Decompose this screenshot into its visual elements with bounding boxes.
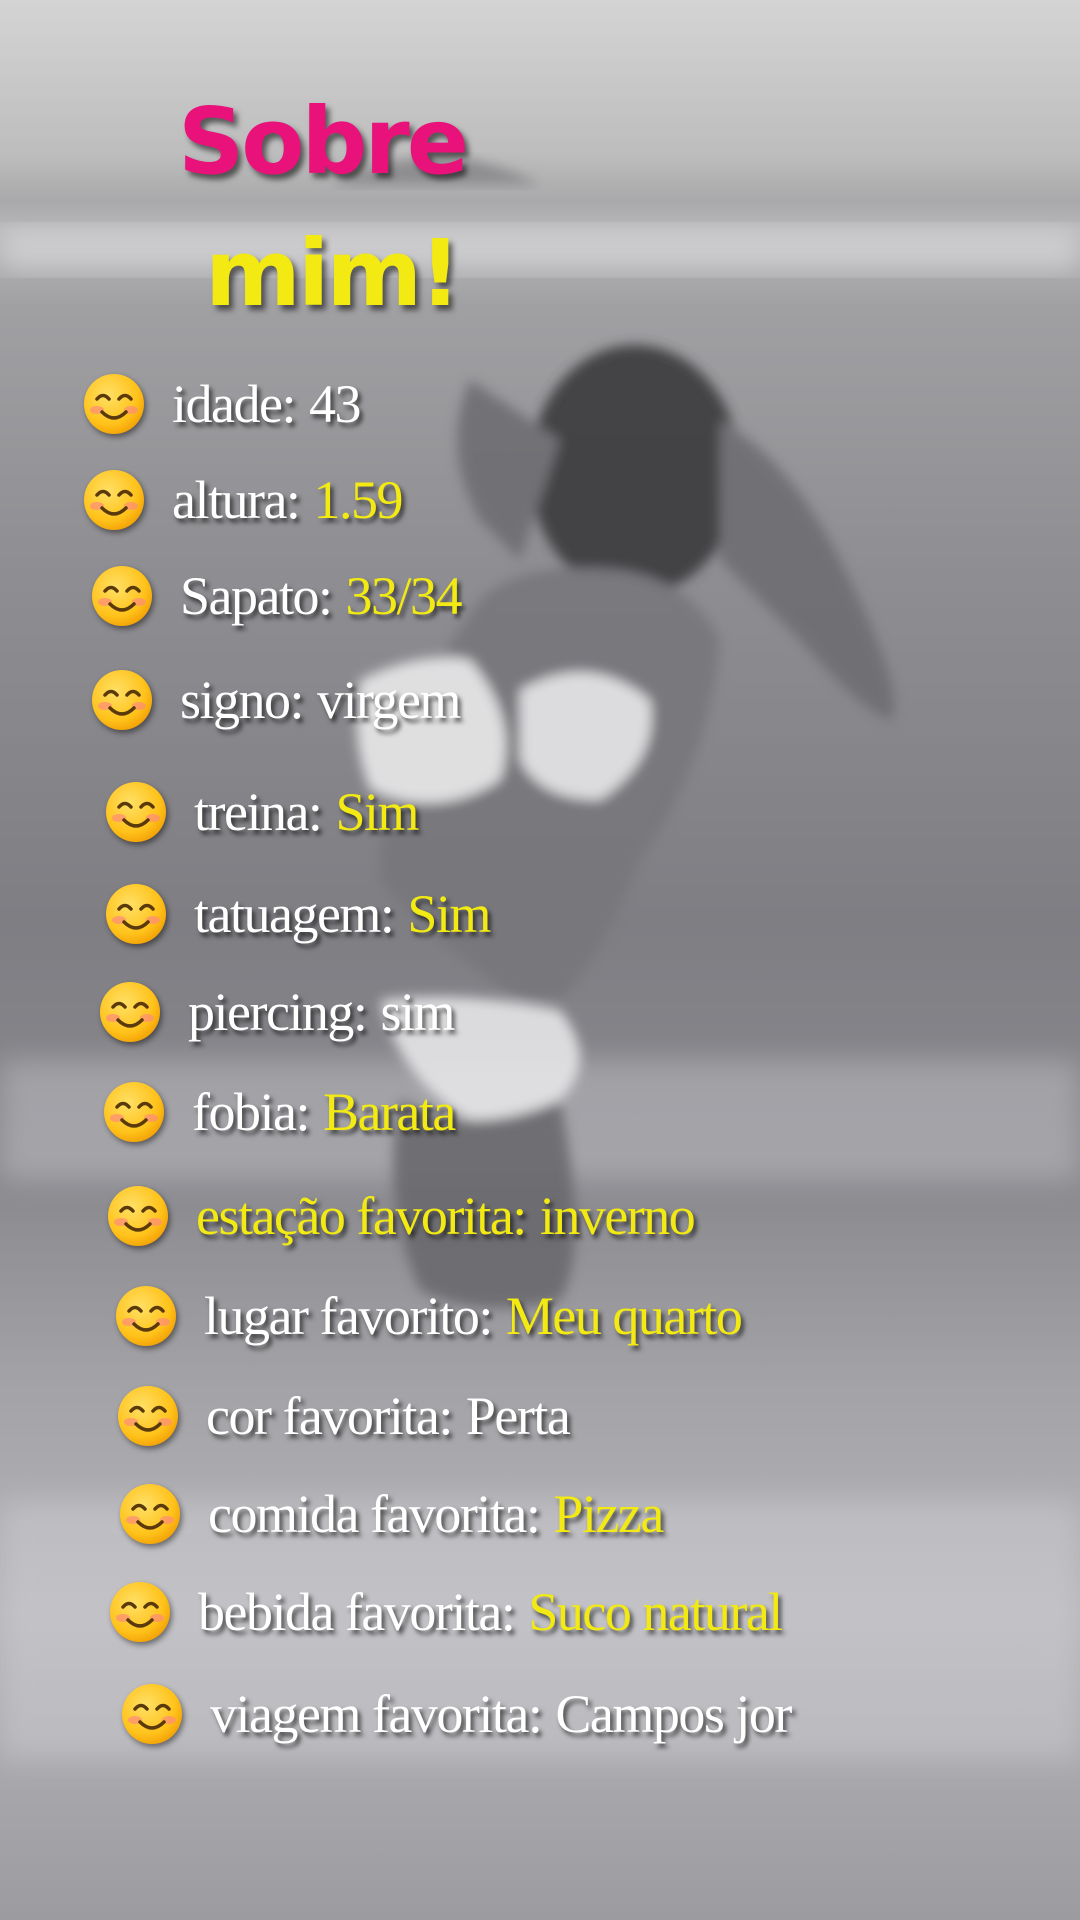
smiling-face-emoji-icon	[106, 884, 166, 944]
row-value: Barata	[322, 1082, 456, 1142]
smiling-face-emoji-icon	[108, 1186, 168, 1246]
story-canvas: Sobre mim! idade: 43 altura: 1.59 Sapato…	[0, 0, 1080, 1920]
row-label: fobia:	[192, 1082, 310, 1142]
about-me-row: viagem favorita: Campos jor	[120, 1682, 792, 1746]
row-value: virgem	[317, 670, 461, 730]
about-me-row: Sapato: 33/34	[90, 564, 462, 628]
smiling-face-emoji-icon	[92, 670, 152, 730]
row-label: estação favorita:	[196, 1186, 527, 1246]
row-value: Meu quarto	[505, 1286, 743, 1346]
row-value: Campos jor	[555, 1684, 792, 1744]
smiling-face-emoji-icon	[84, 470, 144, 530]
smiling-face-emoji-icon	[122, 1684, 182, 1744]
about-me-row: idade: 43	[82, 372, 362, 436]
row-label: Sapato:	[180, 566, 333, 626]
about-me-row: treina: Sim	[104, 780, 419, 844]
about-me-row: lugar favorito: Meu quarto	[114, 1284, 743, 1348]
about-me-row: estação favorita: inverno	[106, 1184, 696, 1248]
row-value: Perta	[465, 1386, 571, 1446]
smiling-face-emoji-icon	[116, 1286, 176, 1346]
about-me-row: fobia: Barata	[102, 1080, 456, 1144]
smiling-face-emoji-icon	[104, 1082, 164, 1142]
about-me-row: cor favorita: Perta	[116, 1384, 571, 1448]
horizon-wave	[0, 230, 1080, 270]
row-label: piercing:	[188, 982, 368, 1042]
row-label: comida favorita:	[208, 1484, 541, 1544]
row-value: Suco natural	[528, 1582, 783, 1642]
row-label: viagem favorita:	[210, 1684, 543, 1744]
about-me-row: piercing: sim	[98, 980, 455, 1044]
title-line-mim: mim!	[205, 220, 461, 327]
smiling-face-emoji-icon	[100, 982, 160, 1042]
row-label: treina:	[194, 782, 323, 842]
row-label: idade:	[172, 374, 296, 434]
row-value: 43	[308, 374, 362, 434]
row-label: bebida favorita:	[198, 1582, 516, 1642]
row-label: altura:	[172, 470, 301, 530]
row-label: cor favorita:	[206, 1386, 453, 1446]
row-label: tatuagem:	[194, 884, 395, 944]
row-value: Sim	[335, 782, 419, 842]
smiling-face-emoji-icon	[92, 566, 152, 626]
about-me-row: altura: 1.59	[82, 468, 403, 532]
row-value: 1.59	[313, 470, 403, 530]
about-me-row: bebida favorita: Suco natural	[108, 1580, 783, 1644]
about-me-row: signo: virgem	[90, 668, 462, 732]
row-label: lugar favorito:	[204, 1286, 493, 1346]
about-me-row: tatuagem: Sim	[104, 882, 491, 946]
about-me-row: comida favorita: Pizza	[118, 1482, 664, 1546]
row-value: 33/34	[345, 566, 462, 626]
row-value: inverno	[539, 1186, 696, 1246]
smiling-face-emoji-icon	[110, 1582, 170, 1642]
row-value: Sim	[407, 884, 491, 944]
smiling-face-emoji-icon	[106, 782, 166, 842]
smiling-face-emoji-icon	[118, 1386, 178, 1446]
smiling-face-emoji-icon	[84, 374, 144, 434]
row-label: signo:	[180, 670, 305, 730]
title-line-sobre: Sobre	[178, 88, 469, 195]
row-value: sim	[380, 982, 455, 1042]
row-value: Pizza	[553, 1484, 664, 1544]
smiling-face-emoji-icon	[120, 1484, 180, 1544]
